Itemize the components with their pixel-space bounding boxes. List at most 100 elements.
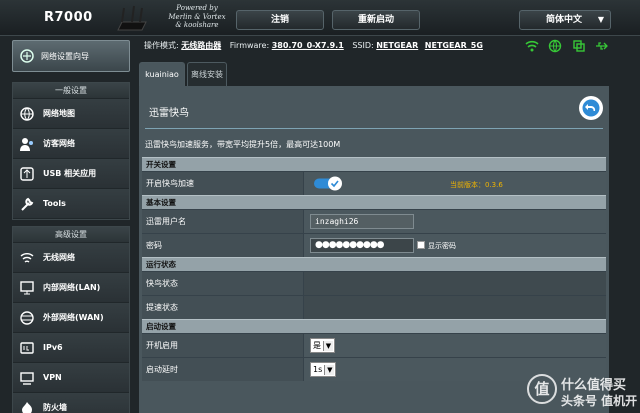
firewall-icon — [22, 401, 32, 413]
username-label: 迅雷用户名 — [142, 210, 304, 233]
back-button[interactable] — [579, 96, 603, 120]
main-panel: 迅雷快鸟 迅雷快鸟加速服务，带宽平均提升5倍，最高可达100M 开关设置 开启快… — [139, 86, 609, 413]
general-settings-group: 一般设置 网络地图 访客网络 USB 相关应用 Tools — [12, 82, 130, 220]
router-admin-page: R7000 Powered by Merlin & Vortex & koolsha… — [0, 0, 640, 413]
page-title: 迅雷快鸟 — [149, 108, 189, 119]
watermark-logo-icon: 值 — [527, 374, 557, 404]
speedup-state-label: 提速状态 — [142, 296, 304, 319]
advanced-settings-title: 高级设置 — [13, 227, 129, 243]
sidebar-item-label: Tools — [43, 199, 66, 208]
speedup-state-value — [304, 296, 606, 319]
router-model: R7000 — [44, 10, 93, 25]
row-kuainiao-state: 快鸟状态 — [142, 271, 606, 295]
chevron-down-icon: ▼ — [597, 15, 604, 24]
sidebar-item-label: VPN — [43, 373, 62, 382]
ssid-label: SSID: — [352, 41, 374, 50]
section-header-startup: 启动设置 — [142, 319, 606, 333]
lan-icon — [20, 280, 34, 294]
watermark-line2: 头条号 值机开 — [561, 394, 638, 408]
enable-label: 开启快鸟加速 — [142, 172, 304, 195]
logout-button[interactable]: 注销 — [236, 10, 324, 30]
tab-offline-install[interactable]: 离线安装 — [187, 62, 227, 86]
show-password-label: 显示密码 — [428, 242, 456, 250]
section-header-basic: 基本设置 — [142, 195, 606, 209]
settings-table: 开关设置 开启快鸟加速 当前版本：0.3.6 基本设置 迅雷用户名 inzagh… — [142, 157, 606, 381]
current-version: 当前版本：0.3.6 — [450, 181, 503, 189]
sidebar-item-tools[interactable]: Tools — [13, 189, 129, 219]
mode-link[interactable]: 无线路由器 — [181, 41, 221, 50]
password-input[interactable]: ●●●●●●●●●● — [310, 238, 414, 253]
row-username: 迅雷用户名 inzaghi26 — [142, 209, 606, 233]
password-label: 密码 — [142, 234, 304, 257]
startup-delay-select[interactable]: 1s ▼ — [310, 362, 337, 377]
network-wizard-button[interactable]: 网络设置向导 — [12, 40, 130, 72]
startup-delay-label: 启动延时 — [142, 358, 304, 381]
chevron-down-icon: ▼ — [323, 341, 333, 351]
sidebar-item-ipv6[interactable]: IPv6 — [13, 333, 129, 363]
sidebar-item-label: IPv6 — [43, 343, 63, 352]
ssid-link-24g[interactable]: NETGEAR — [376, 41, 418, 50]
boot-enable-select[interactable]: 是 ▼ — [310, 338, 335, 353]
sidebar-item-vpn[interactable]: VPN — [13, 363, 129, 393]
page-description: 迅雷快鸟加速服务，带宽平均提升5倍，最高可达100M — [145, 140, 341, 149]
watermark: 值 什么值得买 头条号 值机开 — [527, 374, 640, 413]
section-header-run: 运行状态 — [142, 257, 606, 271]
title-divider — [145, 128, 603, 129]
sidebar: 网络设置向导 一般设置 网络地图 访客网络 USB 相关应用 Tools 高级设… — [0, 36, 130, 413]
show-password-checkbox[interactable] — [417, 241, 425, 249]
tab-kuainiao[interactable]: kuainiao — [139, 62, 185, 86]
row-boot-enable: 开机启用 是 ▼ — [142, 333, 606, 357]
ssid-link-5g[interactable]: NETGEAR_5G — [425, 41, 483, 50]
guest-network-icon — [20, 137, 33, 151]
sidebar-item-guest-network[interactable]: 访客网络 — [13, 129, 129, 159]
ipv6-icon — [20, 341, 34, 354]
sidebar-item-wireless[interactable]: 无线网络 — [13, 243, 129, 273]
usb-status-icon[interactable] — [595, 39, 609, 53]
sidebar-item-label: 内部网络(LAN) — [43, 283, 101, 292]
language-select[interactable]: 简体中文 ▼ — [519, 10, 611, 30]
firmware-label: Firmware: — [229, 41, 270, 50]
tools-icon — [21, 197, 34, 211]
back-arrow-icon — [582, 99, 600, 117]
status-icons — [525, 39, 609, 53]
sidebar-item-firewall[interactable]: 防火墙 — [13, 393, 129, 413]
status-line: 操作模式: 无线路由器 Firmware: 380.70_0-X7.9.1 SS… — [144, 40, 483, 52]
sidebar-item-label: 外部网络(WAN) — [43, 313, 104, 322]
wizard-icon — [20, 49, 34, 63]
wifi-status-icon[interactable] — [525, 39, 539, 53]
kuainiao-state-label: 快鸟状态 — [142, 272, 304, 295]
sidebar-item-usb-apps[interactable]: USB 相关应用 — [13, 159, 129, 189]
usb-apps-icon — [20, 166, 34, 181]
boot-enable-value: 是 — [313, 341, 321, 350]
mode-label: 操作模式: — [144, 41, 179, 50]
sidebar-item-network-map[interactable]: 网络地图 — [13, 99, 129, 129]
vpn-icon — [20, 371, 34, 385]
sidebar-item-label: 防火墙 — [43, 403, 67, 412]
sidebar-item-label: 网络地图 — [43, 109, 75, 118]
general-settings-title: 一般设置 — [13, 83, 129, 99]
username-input[interactable]: inzaghi26 — [310, 214, 414, 229]
reboot-button[interactable]: 重新启动 — [332, 10, 420, 30]
language-value: 简体中文 — [546, 15, 583, 25]
network-map-icon — [20, 106, 34, 121]
top-bar: R7000 Powered by Merlin & Vortex & koolsha… — [0, 0, 640, 36]
wizard-label: 网络设置向导 — [41, 51, 89, 61]
internet-status-icon[interactable] — [548, 39, 562, 53]
wan-icon — [20, 310, 34, 325]
sidebar-item-wan[interactable]: 外部网络(WAN) — [13, 303, 129, 333]
sidebar-item-label: USB 相关应用 — [43, 169, 97, 178]
sidebar-item-label: 访客网络 — [43, 139, 75, 148]
kuainiao-state-value — [304, 272, 606, 295]
boot-enable-label: 开机启用 — [142, 334, 304, 357]
device-status-icon[interactable] — [572, 39, 586, 53]
chevron-down-icon: ▼ — [324, 365, 335, 375]
advanced-settings-group: 高级设置 无线网络 内部网络(LAN) 外部网络(WAN) IPv6 VPN 防… — [12, 226, 130, 413]
startup-delay-value: 1s — [313, 365, 323, 374]
row-enable: 开启快鸟加速 当前版本：0.3.6 — [142, 171, 606, 195]
firmware-link[interactable]: 380.70_0-X7.9.1 — [272, 41, 344, 50]
enable-toggle[interactable] — [314, 176, 344, 191]
watermark-line1: 什么值得买 — [561, 378, 627, 393]
row-speedup-state: 提速状态 — [142, 295, 606, 319]
row-password: 密码 ●●●●●●●●●● 显示密码 — [142, 233, 606, 257]
sidebar-item-lan[interactable]: 内部网络(LAN) — [13, 273, 129, 303]
